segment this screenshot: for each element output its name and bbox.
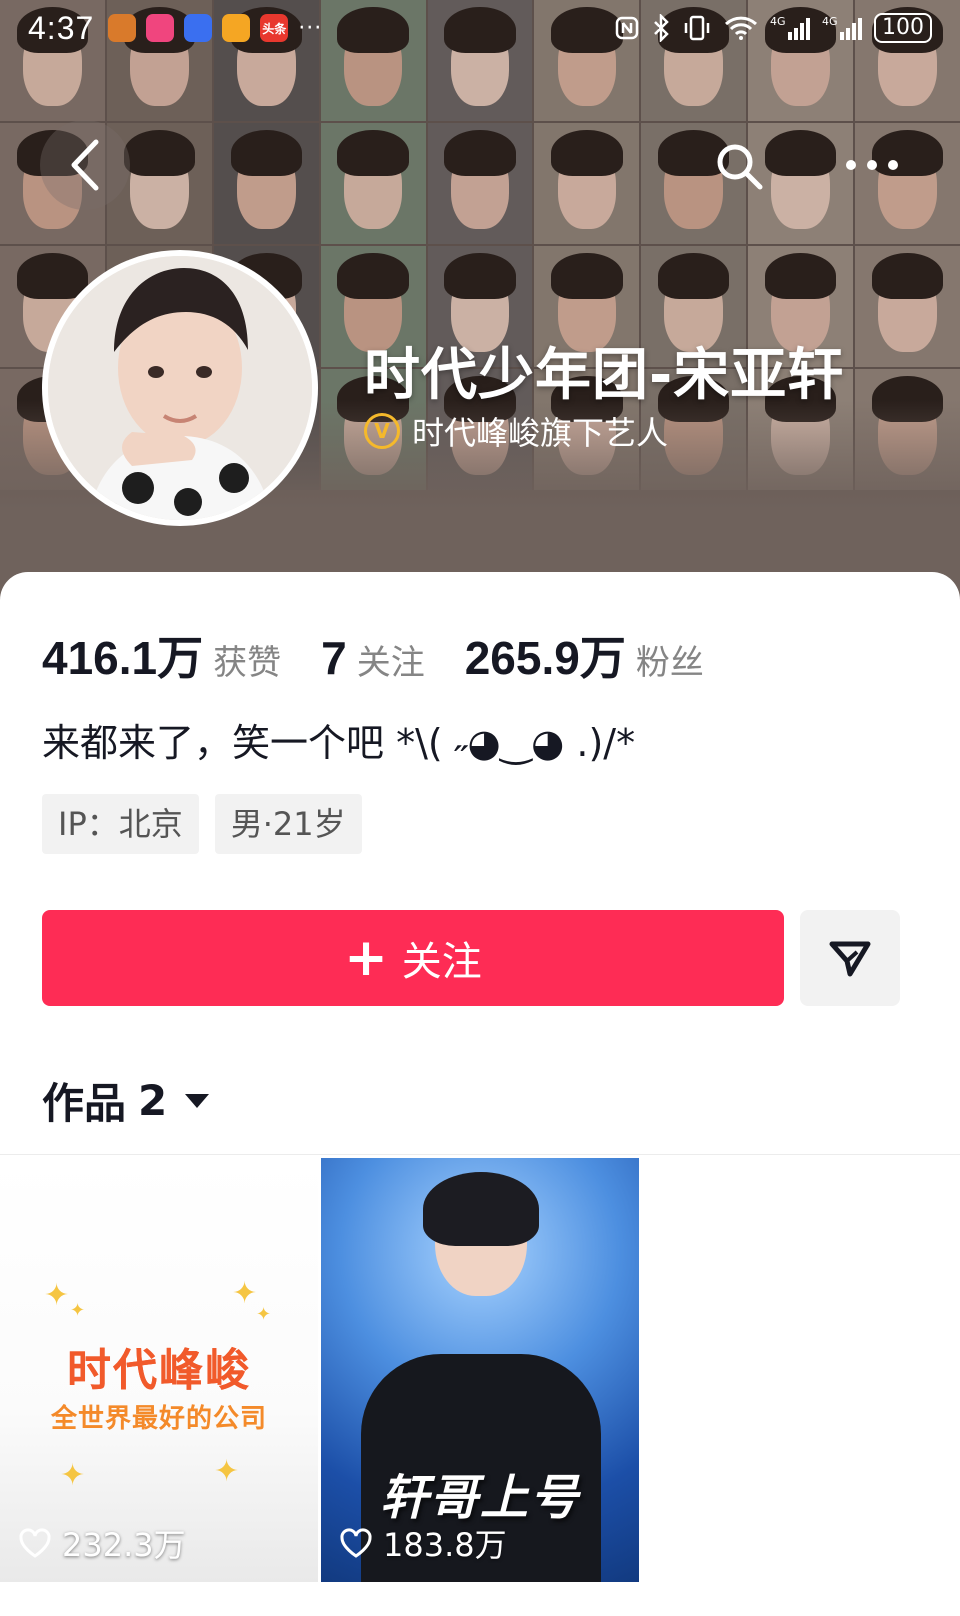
send-arrow-icon xyxy=(829,941,871,977)
chevron-left-icon xyxy=(71,139,99,191)
more-options-button[interactable] xyxy=(842,145,902,185)
verified-badge-icon: V xyxy=(364,413,400,449)
status-bar: 4:37 头条 ··· 4G 4G 100 xyxy=(0,0,960,56)
gender-age-tag: 男·21岁 xyxy=(214,794,362,854)
profile-avatar[interactable] xyxy=(42,250,318,526)
works-tab[interactable]: 作品 2 xyxy=(42,1070,210,1131)
empty-grid-slot xyxy=(642,1158,960,1582)
sparkle-icon: ✦ xyxy=(256,1304,272,1325)
sparkle-icon: ✦ xyxy=(60,1458,86,1493)
battery-icon: 100 xyxy=(874,13,932,43)
search-icon xyxy=(717,144,763,190)
stat-followers[interactable]: 265.9万 粉丝 xyxy=(465,622,704,688)
heart-icon xyxy=(19,1528,51,1558)
svg-text:4G: 4G xyxy=(770,15,786,28)
stat-value: 416.1万 xyxy=(42,632,204,684)
works-label: 作品 xyxy=(42,1079,127,1128)
cover-figure-hair xyxy=(423,1172,539,1246)
system-status-icons: 4G 4G 100 xyxy=(614,13,932,43)
sparkle-icon: ✦ xyxy=(44,1278,70,1313)
plus-icon: + xyxy=(344,928,388,988)
sparkle-icon: ✦ xyxy=(232,1276,258,1311)
profile-content: 416.1万 获赞 7 关注 265.9万 粉丝 来都来了，笑一个吧 *\( ˶… xyxy=(0,572,960,1616)
ip-location-tag: IP：北京 xyxy=(42,794,199,854)
vibrate-icon xyxy=(684,15,710,41)
stat-value: 7 xyxy=(321,632,347,684)
video-cover-title: 轩哥上号 xyxy=(379,1470,580,1526)
nfc-icon xyxy=(615,16,639,40)
video-cover-subtitle: 全世界最好的公司 xyxy=(50,1404,267,1434)
like-count-text: 183.8万 xyxy=(383,1526,507,1564)
more-dots-icon xyxy=(846,160,898,170)
like-count-text: 232.3万 xyxy=(62,1526,186,1564)
profile-app-icon xyxy=(108,14,137,42)
follow-label: 关注 xyxy=(401,939,482,985)
sparkle-icon: ✦ xyxy=(70,1300,86,1321)
profile-tags: IP：北京 男·21岁 xyxy=(42,794,362,854)
search-button[interactable] xyxy=(708,135,772,199)
video-thumbnail[interactable]: 轩哥上号 183.8万 xyxy=(321,1158,639,1582)
stat-likes[interactable]: 416.1万 获赞 xyxy=(42,622,281,688)
notification-icons: 头条 xyxy=(108,14,289,42)
svg-text:4G: 4G xyxy=(822,15,838,28)
video-thumbnail[interactable]: ✦ ✦ ✦ ✦ ✦ ✦ 时代峰峻 全世界最好的公司 232.3万 xyxy=(0,1158,318,1582)
stat-value: 265.9万 xyxy=(464,632,626,684)
follow-button[interactable]: + 关注 xyxy=(42,910,784,1006)
orange-app-icon xyxy=(222,14,251,42)
verification-row: V 时代峰峻旗下艺人 xyxy=(364,408,668,454)
video-like-count: 183.8万 xyxy=(339,1520,507,1566)
stat-label: 关注 xyxy=(356,643,425,683)
stat-label: 获赞 xyxy=(213,643,282,683)
video-like-count: 232.3万 xyxy=(18,1520,186,1566)
stat-following[interactable]: 7 关注 xyxy=(321,631,425,685)
avatar-portrait xyxy=(48,256,312,520)
blue-app-icon xyxy=(184,14,213,42)
divider xyxy=(0,1154,960,1155)
pink-app-icon xyxy=(146,14,175,42)
profile-name: 时代少年团-宋亚轩 xyxy=(364,343,845,408)
signal-4g-icon: 4G xyxy=(770,15,810,40)
status-time: 4:37 xyxy=(28,9,95,46)
caret-down-icon xyxy=(185,1093,210,1108)
wifi-icon xyxy=(724,16,758,40)
video-cover-title: 时代峰峻 xyxy=(67,1345,251,1396)
bluetooth-icon xyxy=(654,14,669,42)
verified-description: 时代峰峻旗下艺人 xyxy=(412,414,669,452)
profile-stats: 416.1万 获赞 7 关注 265.9万 粉丝 xyxy=(42,622,744,688)
profile-bio: 来都来了，笑一个吧 *\( ˶◕‿◕ .)/* xyxy=(42,721,636,765)
message-button[interactable] xyxy=(800,910,900,1006)
stat-label: 粉丝 xyxy=(635,643,704,683)
status-more-dots: ··· xyxy=(298,15,323,41)
sparkle-icon: ✦ xyxy=(214,1454,240,1489)
works-count: 2 xyxy=(138,1076,168,1125)
signal-4g-icon-2: 4G xyxy=(822,15,862,40)
cover-figure xyxy=(415,1172,545,1348)
heart-icon xyxy=(340,1528,372,1558)
back-button[interactable] xyxy=(40,120,130,210)
toutiao-app-icon: 头条 xyxy=(260,14,289,42)
